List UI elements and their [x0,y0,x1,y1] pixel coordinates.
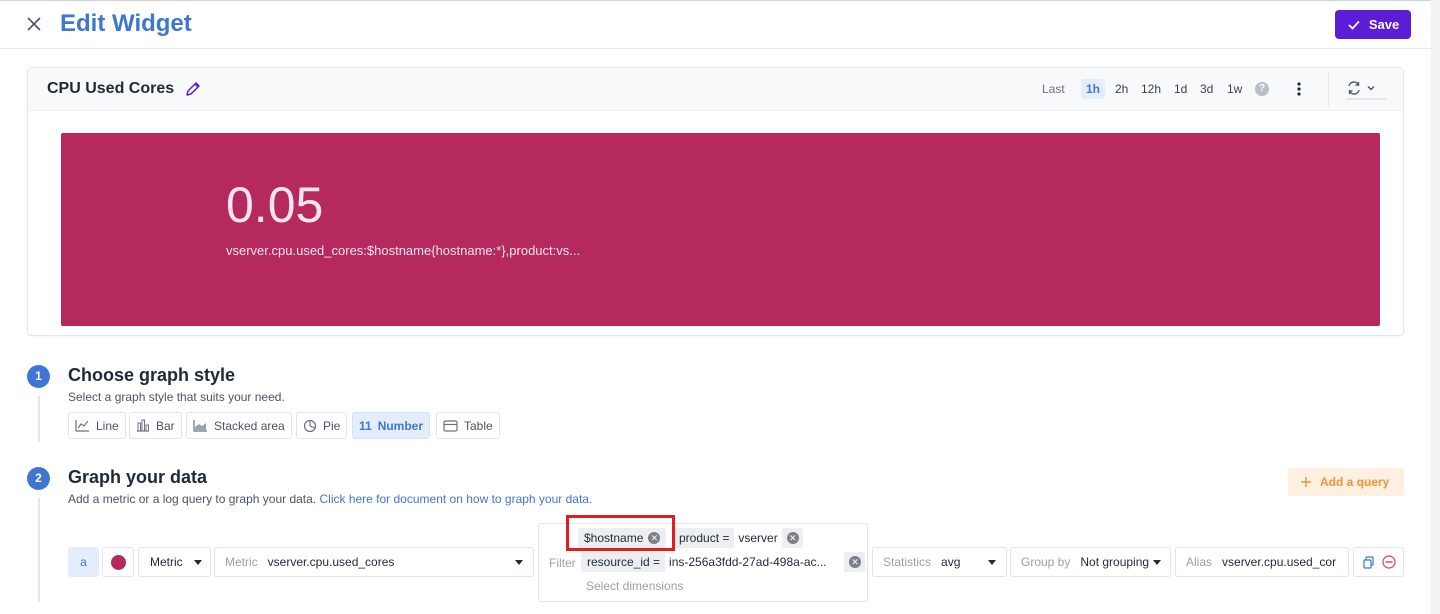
help-icon[interactable]: ? [1255,82,1269,96]
graph-style-pie[interactable]: Pie [296,412,348,439]
filter-tag-key: product = [679,531,730,545]
add-query-label: Add a query [1320,475,1390,489]
remove-query-icon[interactable] [1381,555,1396,569]
graph-style-stacked-area[interactable]: Stacked area [186,412,292,439]
bar-chart-icon [137,419,149,432]
widget-title: CPU Used Cores [47,80,175,97]
caret-down-icon [194,560,202,565]
step-1-description: Select a graph style that suits your nee… [68,390,285,404]
number-display: 0.05 vserver.cpu.used_cores:$hostname{ho… [61,133,1380,326]
step-2-badge: 2 [27,467,50,490]
save-button[interactable]: Save [1335,10,1411,39]
filter-tag-resource-id[interactable]: resource_id = ins-256a3fdd-27ad-498a-ac.… [581,552,865,572]
group-by-select[interactable]: Group by Not grouping [1010,547,1171,577]
header-divider [1328,72,1329,106]
query-letter[interactable]: a [68,547,99,577]
highlight-annotation [566,515,675,551]
filter-tag-key: resource_id = [587,555,661,569]
save-label: Save [1368,17,1400,32]
statistics-value: avg [941,555,961,569]
caret-down-icon [988,560,996,565]
chevron-down-icon [1367,86,1375,91]
filter-placeholder: Select dimensions [586,579,684,593]
number-query-text: vserver.cpu.used_cores:$hostname{hostnam… [226,243,581,258]
step-2-description: Add a metric or a log query to graph you… [68,492,592,506]
color-swatch [110,554,126,570]
time-option-3d[interactable]: 3d [1195,79,1218,99]
graph-style-label: Table [464,418,493,433]
more-options-icon[interactable] [1292,79,1306,99]
filter-label: Filter [549,556,576,570]
graph-docs-link[interactable]: Click here for document on how to graph … [319,492,592,506]
refresh-icon [1348,81,1360,95]
time-option-1d[interactable]: 1d [1169,79,1192,99]
page-title: Edit Widget [60,10,192,37]
metric-select[interactable]: Metric vserver.cpu.used_cores [214,547,534,577]
graph-style-number[interactable]: 11 Number [352,412,431,439]
number-icon: 11 [359,418,372,433]
statistics-select[interactable]: Statistics avg [872,547,1007,577]
close-icon[interactable] [22,12,46,36]
table-icon [443,419,458,432]
step-1-badge: 1 [27,365,50,388]
step-connector [38,396,40,442]
graph-style-label: Number [377,418,424,433]
alias-label: Alias [1186,555,1213,569]
group-by-value: Not grouping [1080,555,1150,569]
time-option-2h[interactable]: 2h [1110,79,1133,99]
top-bar: Edit Widget Save [0,0,1440,49]
metric-label: Metric [225,555,258,569]
metric-value: vserver.cpu.used_cores [267,555,395,569]
graph-style-label: Stacked area [214,418,285,433]
time-range-label: Last [1042,82,1065,96]
statistics-label: Statistics [883,555,932,569]
add-query-button[interactable]: Add a query [1288,468,1404,496]
pencil-icon[interactable] [184,80,202,98]
line-chart-icon [75,420,89,432]
graph-style-line[interactable]: Line [68,412,126,439]
remove-tag-icon[interactable]: ✕ [786,532,799,544]
widget-preview-card: CPU Used Cores Last 1h 2h 12h 1d 3d 1w ?… [27,67,1404,336]
filter-tag-value: vserver [734,528,782,548]
step-2-title: Graph your data [68,467,208,487]
step-connector [38,498,40,602]
query-actions [1353,547,1404,577]
caret-down-icon [1153,560,1161,565]
graph-style-label: Line [96,418,119,433]
caret-down-icon [515,560,523,565]
widget-header: CPU Used Cores Last 1h 2h 12h 1d 3d 1w ? [28,68,1403,111]
graph-style-label: Pie [323,418,341,433]
copy-icon[interactable] [1362,555,1375,569]
alias-value: vserver.cpu.used_cor [1222,555,1337,569]
time-option-1w[interactable]: 1w [1222,79,1247,99]
filter-tag-value: ins-256a3fdd-27ad-498a-ac... [665,552,844,572]
step-2-desc-text: Add a metric or a log query to graph you… [68,492,317,506]
time-option-12h[interactable]: 12h [1136,79,1166,99]
graph-style-bar[interactable]: Bar [129,412,182,439]
window-scrollbar[interactable] [1431,0,1440,614]
pie-chart-icon [303,419,317,432]
number-value: 0.05 [226,177,324,233]
query-type-value: Metric [150,555,183,569]
filter-tag-product[interactable]: product = vserver ✕ [673,528,803,548]
plus-icon [1301,477,1311,487]
query-type-select[interactable]: Metric [138,547,211,577]
time-option-1h[interactable]: 1h [1081,79,1106,99]
series-color-picker[interactable] [102,547,134,577]
graph-style-label: Bar [156,418,175,433]
refresh-dropdown[interactable] [1346,78,1386,100]
group-by-label: Group by [1021,555,1071,569]
remove-tag-icon[interactable]: ✕ [849,556,861,568]
step-1-title: Choose graph style [68,365,236,385]
area-chart-icon [193,420,207,432]
graph-style-table[interactable]: Table [436,412,500,439]
check-icon [1348,20,1360,30]
alias-input[interactable]: Alias vserver.cpu.used_cor [1175,547,1349,577]
